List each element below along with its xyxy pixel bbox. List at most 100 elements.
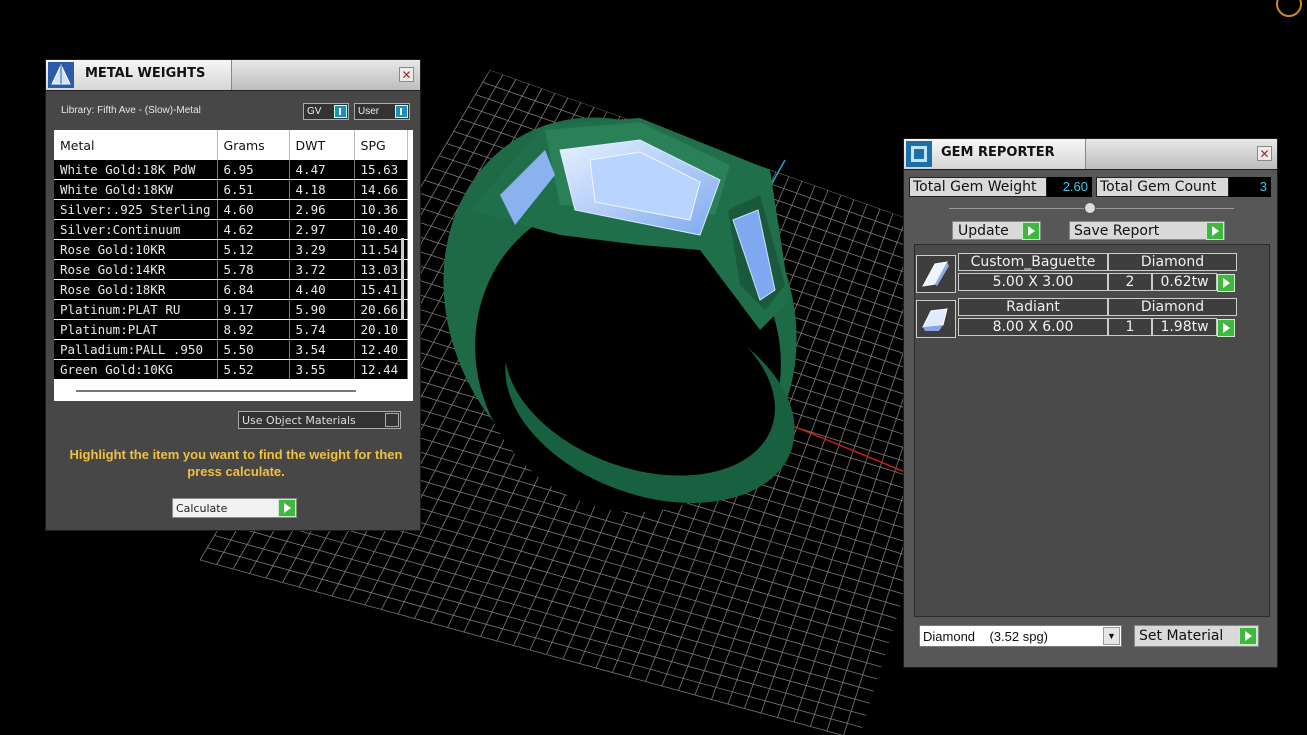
gem-cut-cell[interactable]: Custom_Baguette bbox=[958, 253, 1108, 271]
spg-cell: 10.36 bbox=[354, 199, 408, 220]
gem-row-play-icon[interactable] bbox=[1217, 274, 1235, 292]
update-button[interactable]: Update bbox=[952, 221, 1041, 240]
total-gem-count-value: 3 bbox=[1229, 177, 1271, 197]
spg-cell: 15.63 bbox=[354, 160, 408, 180]
gem-weight-cell[interactable]: 0.62tw bbox=[1152, 273, 1217, 291]
metal-table-row[interactable]: White Gold:18KW 6.51 4.18 14.66 bbox=[54, 179, 408, 200]
gem-count-cell[interactable]: 2 bbox=[1108, 273, 1152, 291]
metal-table-row[interactable]: White Gold:18K PdW 6.95 4.47 15.63 bbox=[54, 160, 408, 180]
chevron-down-icon[interactable]: ▼ bbox=[1103, 627, 1120, 645]
radiant-gem-icon[interactable] bbox=[916, 300, 956, 338]
grams-cell: 6.84 bbox=[217, 279, 290, 300]
set-material-label: Set Material bbox=[1139, 628, 1224, 644]
metal-weights-titlebar[interactable]: METAL WEIGHTS ✕ bbox=[46, 60, 420, 91]
grams-cell: 5.12 bbox=[217, 239, 290, 260]
grams-cell: 4.60 bbox=[217, 199, 290, 220]
gem-cut-cell[interactable]: Radiant bbox=[958, 298, 1108, 316]
gem-row-play-icon[interactable] bbox=[1217, 319, 1235, 337]
baguette-gem-icon[interactable] bbox=[916, 255, 956, 293]
grams-cell: 5.78 bbox=[217, 259, 290, 280]
gem-material-cell[interactable]: Diamond bbox=[1108, 253, 1237, 271]
material-select[interactable]: Diamond (3.52 spg) ▼ bbox=[919, 625, 1122, 647]
metal-weights-tab[interactable]: METAL WEIGHTS bbox=[46, 60, 232, 90]
save-report-button[interactable]: Save Report bbox=[1069, 221, 1225, 240]
metal-table-vertical-scrollbar[interactable] bbox=[401, 238, 404, 320]
gem-size-cell[interactable]: 5.00 X 3.00 bbox=[958, 273, 1108, 291]
gem-count-cell[interactable]: 1 bbox=[1108, 318, 1152, 336]
gem-size-cell[interactable]: 8.00 X 6.00 bbox=[958, 318, 1108, 336]
spg-cell: 15.41 bbox=[354, 279, 408, 300]
gem-reporter-titlebar[interactable]: GEM REPORTER ✕ bbox=[904, 139, 1277, 170]
dwt-cell: 4.47 bbox=[289, 160, 355, 180]
metal-name-cell: White Gold:18KW bbox=[54, 179, 218, 200]
gem-reporter-panel: GEM REPORTER ✕ Total Gem Weight 2.60 Tot… bbox=[903, 138, 1278, 668]
metal-name-cell: Platinum:PLAT bbox=[54, 319, 218, 340]
metal-table-row[interactable]: Silver:.925 Sterling 4.60 2.96 10.36 bbox=[54, 199, 408, 220]
spg-cell: 14.66 bbox=[354, 179, 408, 200]
instruction-message: Highlight the item you want to find the … bbox=[69, 447, 403, 479]
slider-handle[interactable] bbox=[1084, 202, 1096, 214]
metal-name-cell: Palladium:PALL .950 bbox=[54, 339, 218, 360]
spg-cell: 13.03 bbox=[354, 259, 408, 280]
gem-reporter-tab[interactable]: GEM REPORTER bbox=[904, 139, 1086, 169]
total-gem-weight-label: Total Gem Weight bbox=[909, 177, 1047, 197]
grams-cell: 5.52 bbox=[217, 359, 290, 380]
metal-table-horizontal-scrollbar[interactable] bbox=[76, 390, 356, 392]
gem-reporter-title: GEM REPORTER bbox=[941, 145, 1055, 160]
spg-cell: 10.40 bbox=[354, 219, 408, 240]
total-gem-count-label: Total Gem Count bbox=[1096, 177, 1229, 197]
dwt-cell: 2.96 bbox=[289, 199, 355, 220]
metal-table-row[interactable]: Rose Gold:14KR 5.78 3.72 13.03 bbox=[54, 259, 408, 280]
user-toggle-label: User bbox=[358, 106, 380, 117]
grid-line bbox=[228, 510, 876, 692]
calculate-button[interactable]: Calculate bbox=[172, 498, 297, 518]
gv-toggle[interactable]: GV bbox=[303, 103, 349, 120]
metal-name-cell: Rose Gold:14KR bbox=[54, 259, 218, 280]
metal-weights-panel: METAL WEIGHTS ✕ Library: Fifth Ave - (Sl… bbox=[45, 59, 421, 531]
column-header-grams[interactable]: Grams bbox=[217, 130, 290, 160]
metal-table-row[interactable]: Rose Gold:10KR 5.12 3.29 11.54 bbox=[54, 239, 408, 260]
metal-table-header: Metal Grams DWT SPG bbox=[54, 130, 408, 160]
metal-weights-close-button[interactable]: ✕ bbox=[399, 67, 414, 82]
spg-cell: 12.40 bbox=[354, 339, 408, 360]
column-header-metal[interactable]: Metal bbox=[54, 130, 218, 160]
spg-cell: 20.66 bbox=[354, 299, 408, 320]
dwt-cell: 4.40 bbox=[289, 279, 355, 300]
grams-cell: 8.92 bbox=[217, 319, 290, 340]
grams-cell: 5.50 bbox=[217, 339, 290, 360]
grams-cell: 6.95 bbox=[217, 160, 290, 180]
metal-name-cell: Silver:Continuum bbox=[54, 219, 218, 240]
save-report-play-icon bbox=[1206, 222, 1224, 240]
dwt-cell: 2.97 bbox=[289, 219, 355, 240]
metal-table-row[interactable]: Green Gold:10KG 5.52 3.55 12.44 bbox=[54, 359, 408, 380]
metal-table-row[interactable]: Rose Gold:18KR 6.84 4.40 15.41 bbox=[54, 279, 408, 300]
use-object-materials-checkbox[interactable]: Use Object Materials bbox=[238, 411, 401, 429]
metal-name-cell: Rose Gold:18KR bbox=[54, 279, 218, 300]
set-material-button[interactable]: Set Material bbox=[1134, 625, 1259, 647]
metal-table-container[interactable]: Metal Grams DWT SPG White Gold:18K PdW 6.… bbox=[54, 130, 413, 401]
dwt-cell: 4.18 bbox=[289, 179, 355, 200]
total-gem-weight-value: 2.60 bbox=[1047, 177, 1092, 197]
column-header-dwt[interactable]: DWT bbox=[289, 130, 355, 160]
spg-cell: 11.54 bbox=[354, 239, 408, 260]
metal-table-row[interactable]: Platinum:PLAT 8.92 5.74 20.10 bbox=[54, 319, 408, 340]
metal-name-cell: White Gold:18K PdW bbox=[54, 160, 218, 180]
dwt-cell: 3.29 bbox=[289, 239, 355, 260]
metal-table-row[interactable]: Platinum:PLAT RU 9.17 5.90 20.66 bbox=[54, 299, 408, 320]
calculate-label: Calculate bbox=[176, 502, 228, 515]
gem-material-cell[interactable]: Diamond bbox=[1108, 298, 1237, 316]
ring-logo-icon bbox=[1276, 0, 1302, 17]
metal-table-row[interactable]: Palladium:PALL .950 5.50 3.54 12.40 bbox=[54, 339, 408, 360]
gem-weight-cell[interactable]: 1.98tw bbox=[1152, 318, 1217, 336]
metal-table: Metal Grams DWT SPG White Gold:18K PdW 6.… bbox=[54, 130, 408, 380]
dwt-cell: 3.72 bbox=[289, 259, 355, 280]
metal-name-cell: Silver:.925 Sterling bbox=[54, 199, 218, 220]
spg-cell: 20.10 bbox=[354, 319, 408, 340]
metal-table-row[interactable]: Silver:Continuum 4.62 2.97 10.40 bbox=[54, 219, 408, 240]
gem-reporter-close-button[interactable]: ✕ bbox=[1257, 146, 1272, 161]
metal-weights-title: METAL WEIGHTS bbox=[85, 66, 206, 81]
grams-cell: 4.62 bbox=[217, 219, 290, 240]
user-toggle[interactable]: User bbox=[354, 103, 410, 120]
ring-model[interactable] bbox=[375, 53, 866, 570]
column-header-spg[interactable]: SPG bbox=[354, 130, 408, 160]
